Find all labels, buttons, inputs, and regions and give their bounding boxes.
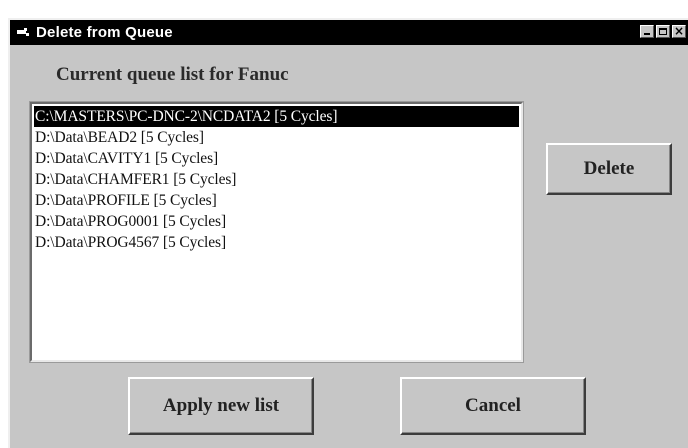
window-title: Delete from Queue (36, 24, 173, 41)
system-menu-icon[interactable] (16, 28, 30, 38)
queue-list-caption: Current queue list for Fanuc (56, 64, 289, 85)
minimize-icon (644, 33, 650, 35)
close-icon: × (673, 24, 685, 38)
queue-list-item[interactable]: D:\Data\CHAMFER1 [5 Cycles] (34, 169, 521, 190)
window-controls: × (640, 24, 686, 38)
queue-list-item[interactable]: D:\Data\CAVITY1 [5 Cycles] (34, 148, 521, 169)
apply-new-list-button[interactable]: Apply new list (128, 377, 314, 435)
delete-from-queue-dialog: Delete from Queue × Current queue list f… (8, 18, 688, 448)
queue-listbox[interactable]: C:\MASTERS\PC-DNC-2\NCDATA2 [5 Cycles] D:… (29, 101, 524, 363)
minimize-button[interactable] (640, 25, 654, 38)
maximize-icon (659, 28, 667, 35)
queue-list-item[interactable]: D:\Data\PROFILE [5 Cycles] (34, 190, 521, 211)
queue-list-item[interactable]: D:\Data\PROG4567 [5 Cycles] (34, 232, 521, 253)
queue-list-item[interactable]: D:\Data\PROG0001 [5 Cycles] (34, 211, 521, 232)
delete-button[interactable]: Delete (546, 143, 672, 195)
queue-list-item[interactable]: C:\MASTERS\PC-DNC-2\NCDATA2 [5 Cycles] (34, 106, 519, 127)
queue-list-item[interactable]: D:\Data\BEAD2 [5 Cycles] (34, 127, 521, 148)
close-button[interactable]: × (672, 24, 686, 38)
cancel-button[interactable]: Cancel (400, 377, 586, 435)
maximize-button[interactable] (656, 25, 670, 38)
title-bar[interactable]: Delete from Queue × (10, 20, 688, 45)
